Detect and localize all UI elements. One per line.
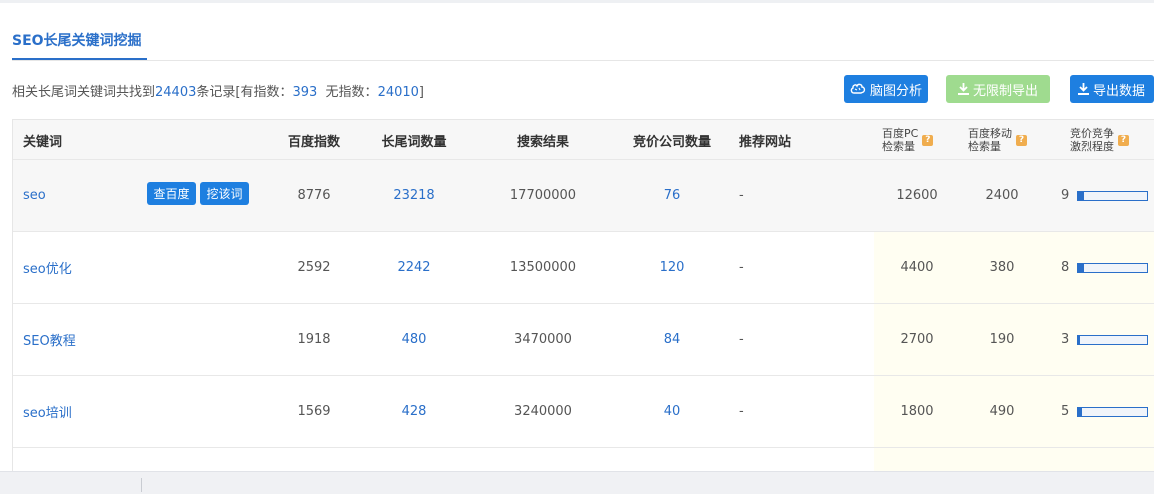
summary-suffix: ] (418, 85, 424, 100)
bottom-status-bar (0, 471, 1154, 494)
row-competition: 3 (1061, 304, 1149, 375)
header-competition-line2: 激烈程度 (1070, 140, 1114, 153)
row-mobile-volume: 190 (989, 332, 1015, 347)
competition-bar (1077, 406, 1149, 417)
competition-value: 9 (1061, 188, 1070, 203)
header-keyword: 关键词 (23, 134, 63, 150)
header-search-results: 搜索结果 (516, 134, 569, 150)
header-recommended-site: 推荐网站 (739, 134, 792, 150)
row-recommended-site: - (739, 260, 744, 275)
summary-with-index: 393 (292, 85, 318, 100)
table-row: SEO教程 1918 480 3470000 84 - 2700 190 3 (13, 304, 1154, 376)
question-icon[interactable]: ? (1016, 134, 1027, 146)
question-icon[interactable]: ? (1118, 134, 1129, 146)
row-keyword[interactable]: seo培训 (23, 376, 72, 447)
row-competition: 9 (1061, 160, 1149, 231)
row-search-results: 3240000 (514, 404, 572, 419)
competition-bar-fill (1078, 335, 1081, 344)
export-data-label: 导出数据 (1093, 83, 1146, 99)
row-competition: 8 (1061, 232, 1149, 303)
row-bidding-companies[interactable]: 84 (617, 304, 727, 375)
row-bidding-companies[interactable]: 120 (617, 232, 727, 303)
mind-map-label: 脑图分析 (869, 83, 922, 99)
tab-divider (12, 60, 1154, 61)
row-bidding-companies[interactable]: 40 (617, 376, 727, 447)
header-baidu-index: 百度指数 (287, 134, 340, 150)
competition-value: 5 (1061, 404, 1070, 419)
row-keyword[interactable]: SEO教程 (23, 304, 76, 375)
unlimited-export-label: 无限制导出 (972, 83, 1038, 99)
row-baidu-index: 1569 (297, 404, 331, 419)
competition-bar-fill (1078, 407, 1082, 416)
summary-total: 24403 (155, 85, 197, 100)
row-mobile-volume: 490 (989, 404, 1015, 419)
competition-bar (1077, 262, 1149, 273)
row-longtail-count[interactable]: 2242 (364, 232, 464, 303)
header-pc-volume-line1: 百度PC (882, 127, 919, 140)
row-longtail-count[interactable]: 480 (364, 304, 464, 375)
result-summary: 相关长尾词关键词共找到24403条记录[有指数：393 无指数：24010] (12, 81, 424, 100)
unlimited-export-button[interactable]: 无限制导出 (946, 75, 1050, 103)
row-pc-volume: 4400 (900, 260, 934, 275)
row-search-results: 17700000 (509, 188, 577, 203)
row-search-results: 13500000 (509, 260, 577, 275)
export-data-button[interactable]: 导出数据 (1070, 75, 1154, 103)
row-baidu-index: 1918 (297, 332, 331, 347)
download-icon (1078, 83, 1089, 95)
table-header: 关键词 百度指数 长尾词数量 搜索结果 竞价公司数量 推荐网站 百度PC 检索量?… (13, 120, 1154, 160)
row-competition: 5 (1061, 376, 1149, 447)
row-baidu-index: 8776 (297, 188, 331, 203)
header-bidding-companies: 竞价公司数量 (632, 134, 711, 150)
top-border (0, 0, 1154, 3)
header-pc-volume: 百度PC 检索量? (882, 120, 934, 160)
keyword-table: 关键词 百度指数 长尾词数量 搜索结果 竞价公司数量 推荐网站 百度PC 检索量?… (12, 119, 1154, 472)
header-competition-line1: 竞价竞争 (1070, 127, 1114, 140)
competition-bar (1077, 190, 1149, 201)
competition-bar (1077, 334, 1149, 345)
dig-word-button[interactable]: 挖该词 (200, 182, 249, 205)
header-longtail-count: 长尾词数量 (381, 134, 447, 150)
header-mobile-volume-line1: 百度移动 (968, 127, 1012, 140)
table-row: seo培训 1569 428 3240000 40 - 1800 490 5 (13, 376, 1154, 448)
table-row: seo 查百度 挖该词 8776 23218 17700000 76 - 126… (13, 160, 1154, 232)
summary-prefix: 相关长尾词关键词共找到 (12, 85, 156, 100)
row-baidu-index: 2592 (297, 260, 331, 275)
row-bidding-companies[interactable]: 76 (617, 160, 727, 231)
row-mobile-volume: 2400 (985, 188, 1019, 203)
row-keyword[interactable]: seo优化 (23, 232, 72, 303)
row-pc-volume: 1800 (900, 404, 934, 419)
table-row: seo优化 2592 2242 13500000 120 - 4400 380 … (13, 232, 1154, 304)
brain-icon (850, 83, 866, 94)
row-pc-volume: 2700 (900, 332, 934, 347)
check-baidu-button[interactable]: 查百度 (147, 182, 196, 205)
summary-mid2: 无指数： (325, 85, 378, 100)
row-longtail-count[interactable]: 428 (364, 376, 464, 447)
row-recommended-site: - (739, 188, 744, 203)
row-mobile-volume: 380 (989, 260, 1015, 275)
header-mobile-volume: 百度移动 检索量? (968, 120, 1027, 160)
row-recommended-site: - (739, 404, 744, 419)
header-mobile-volume-line2: 检索量 (968, 140, 1001, 153)
summary-mid: 条记录[有指数： (196, 85, 293, 100)
row-search-results: 3470000 (514, 332, 572, 347)
summary-without-index: 24010 (377, 85, 419, 100)
mind-map-button[interactable]: 脑图分析 (844, 75, 928, 103)
competition-value: 8 (1061, 260, 1070, 275)
header-pc-volume-line2: 检索量 (882, 140, 915, 153)
row-longtail-count[interactable]: 23218 (364, 160, 464, 231)
header-competition: 竞价竞争 激烈程度? (1070, 120, 1129, 160)
row-recommended-site: - (739, 332, 744, 347)
tab-seo-longtail-mining[interactable]: SEO长尾关键词挖掘 (12, 30, 142, 50)
download-icon (957, 83, 969, 95)
row-keyword[interactable]: seo (23, 160, 46, 231)
competition-bar-fill (1078, 191, 1085, 200)
row-pc-volume: 12600 (896, 188, 938, 203)
competition-bar-fill (1078, 263, 1084, 272)
competition-value: 3 (1061, 332, 1070, 347)
question-icon[interactable]: ? (922, 134, 934, 146)
status-bar-divider (141, 478, 142, 492)
